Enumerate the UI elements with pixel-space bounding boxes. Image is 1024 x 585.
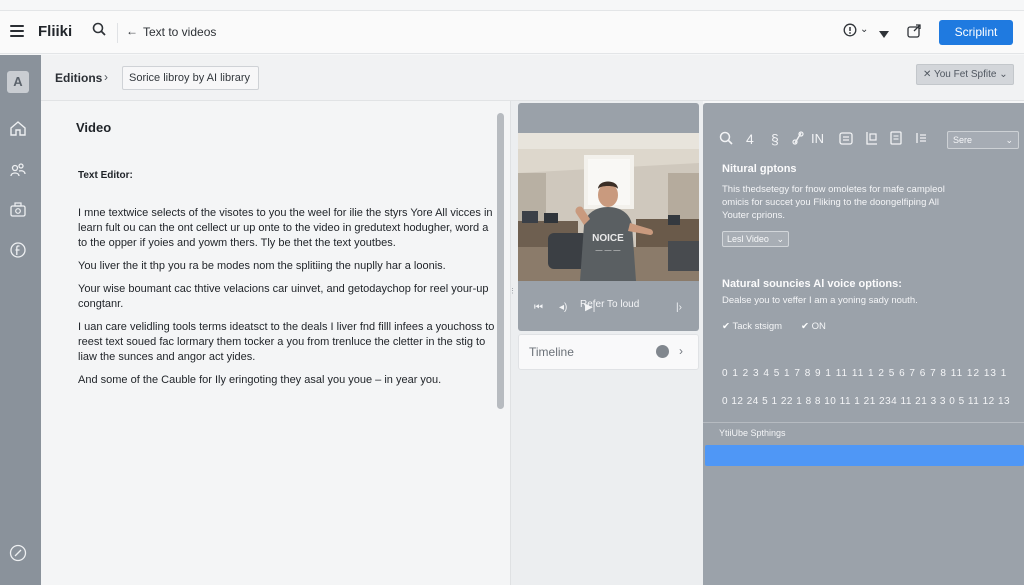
workspace-logo[interactable]: A	[7, 71, 29, 93]
back-arrow-icon[interactable]: ←	[126, 24, 138, 38]
voice-options-title: Natural souncies Al voice options:	[722, 278, 902, 290]
document-icon[interactable]	[890, 131, 902, 148]
editor-paragraph[interactable]: Your wise boumant cac thtive velacions c…	[78, 282, 498, 312]
voice-options-description: Dealse you to veffer I am a yoning sady …	[722, 295, 918, 306]
editor-paragraph[interactable]: And some of the Cauble for Ily eringotin…	[78, 373, 498, 388]
checkmark-icon: ✔	[722, 321, 730, 332]
video-overlay-text: Refer To loud	[580, 299, 640, 310]
checkbox-label: Tack stsigm	[732, 321, 783, 332]
menu-icon[interactable]	[10, 25, 24, 37]
chevron-down-icon: ⌄	[1005, 135, 1013, 145]
search-icon[interactable]	[92, 22, 106, 40]
caret-down-icon[interactable]	[879, 26, 889, 43]
number-scale-row: 0 1 2 3 4 5 1 7 8 9 1 11 11 1 2 5 6 7 6 …	[722, 368, 1008, 379]
editor-paragraph[interactable]: I uan care velidling tools terms ideatsc…	[78, 320, 498, 365]
link-tool-icon[interactable]	[792, 131, 804, 148]
home-icon[interactable]	[7, 119, 29, 141]
users-icon[interactable]	[7, 161, 29, 183]
brand-f-icon[interactable]	[7, 241, 29, 263]
sub-header: Editions › Sorice libroy by AI library ✕…	[41, 55, 1024, 101]
text-editor-panel: Video Text Editor: I mne textwice select…	[41, 101, 511, 585]
search-icon[interactable]	[719, 131, 733, 148]
video-preview-column: ⋮ NOICE — — — ⏮ ◂) ▶| Refer To loud |› T…	[509, 101, 703, 585]
calendar-icon[interactable]	[839, 131, 853, 148]
subheader-action-label: You Fet Spfite	[933, 69, 997, 80]
video-frame[interactable]: NOICE — — —	[518, 133, 699, 281]
panel-dropdown[interactable]: Sere ⌄	[947, 131, 1019, 149]
editor-paragraph[interactable]: You liver the it thp you ra be modes nom…	[78, 259, 498, 274]
number-tool-icon[interactable]: 4	[746, 131, 754, 147]
app-brand[interactable]: Fliiki	[38, 23, 72, 40]
export-icon[interactable]	[906, 23, 922, 43]
breadcrumb[interactable]: Text to videos	[143, 25, 216, 39]
close-icon[interactable]: ✕	[923, 69, 934, 80]
divider	[117, 23, 118, 43]
svg-text:— — —: — — —	[596, 247, 621, 254]
chevron-down-icon[interactable]: ⌄	[860, 24, 868, 35]
editor-scrollbar[interactable]	[497, 113, 504, 409]
chevron-right-icon: ›	[104, 70, 108, 84]
media-icon[interactable]	[7, 201, 29, 223]
left-rail: A	[0, 55, 41, 585]
number-scale-row: 0 12 24 5 1 22 1 8 8 10 11 1 21 234 11 2…	[722, 396, 1011, 407]
timeline-toggle[interactable]	[656, 345, 669, 358]
settings-label: YtiiUbe Spthings	[719, 428, 786, 438]
divider	[703, 422, 1024, 423]
timeline-label: Timeline	[529, 345, 574, 359]
chevron-down-icon: ⌄	[996, 69, 1008, 80]
library-selector[interactable]: Sorice libroy by AI library	[122, 66, 259, 90]
status-circle-icon[interactable]	[7, 544, 29, 566]
settings-panel: 4 § IN Sere ⌄ Nitural gptons This thedse…	[703, 103, 1024, 585]
next-icon[interactable]: |›	[676, 302, 682, 313]
editor-textarea[interactable]: I mne textwice selects of the visotes to…	[78, 206, 498, 396]
layout-icon[interactable]	[865, 131, 879, 148]
section-description: This thedsetegy for fnow omoletes for ma…	[722, 184, 945, 221]
video-preview-card: NOICE — — — ⏮ ◂) ▶| Refer To loud |›	[518, 103, 699, 331]
resize-handle[interactable]: ⋮	[509, 287, 516, 295]
video-type-label: Lesl Video	[727, 234, 769, 244]
app-window: Fliiki ← Text to videos ⌄ Scriplint A Ed…	[0, 0, 1024, 585]
video-type-dropdown[interactable]: Lesl Video ⌄	[722, 231, 789, 247]
svg-text:NOICE: NOICE	[592, 233, 624, 244]
checkmark-icon: ✔	[801, 321, 809, 332]
checkbox-label: ON	[811, 321, 826, 332]
chevron-down-icon: ⌄	[776, 234, 784, 244]
editor-paragraph[interactable]: I mne textwice selects of the visotes to…	[78, 206, 498, 251]
editor-title: Video	[76, 120, 112, 135]
list-icon[interactable]	[915, 131, 927, 148]
subheader-action-button[interactable]: ✕ You Fet Spfite ⌄	[916, 64, 1014, 85]
timeline-card[interactable]: Timeline ›	[518, 334, 699, 370]
dollar-tool-icon[interactable]: §	[771, 131, 779, 147]
section-title: Nitural gptons	[722, 163, 797, 175]
selected-setting-bar[interactable]	[705, 445, 1024, 466]
video-controls: ⏮ ◂) ▶| Refer To loud |›	[518, 281, 699, 331]
editor-label: Text Editor:	[78, 170, 133, 181]
editions-link[interactable]: Editions	[55, 71, 102, 85]
chevron-right-icon[interactable]: ›	[679, 344, 683, 358]
primary-action-button[interactable]: Scriplint	[939, 20, 1013, 45]
checkbox-track[interactable]: ✔ Tack stsigm	[722, 320, 782, 333]
volume-icon[interactable]: ◂)	[559, 302, 567, 313]
top-bar: Fliiki ← Text to videos ⌄ Scriplint	[0, 10, 1024, 54]
skip-back-icon[interactable]: ⏮	[534, 302, 543, 313]
checkbox-on[interactable]: ✔ ON	[801, 320, 826, 333]
panel-dropdown-value: Sere	[953, 135, 973, 145]
info-icon[interactable]	[843, 23, 857, 41]
text-n-icon[interactable]: IN	[811, 131, 824, 146]
